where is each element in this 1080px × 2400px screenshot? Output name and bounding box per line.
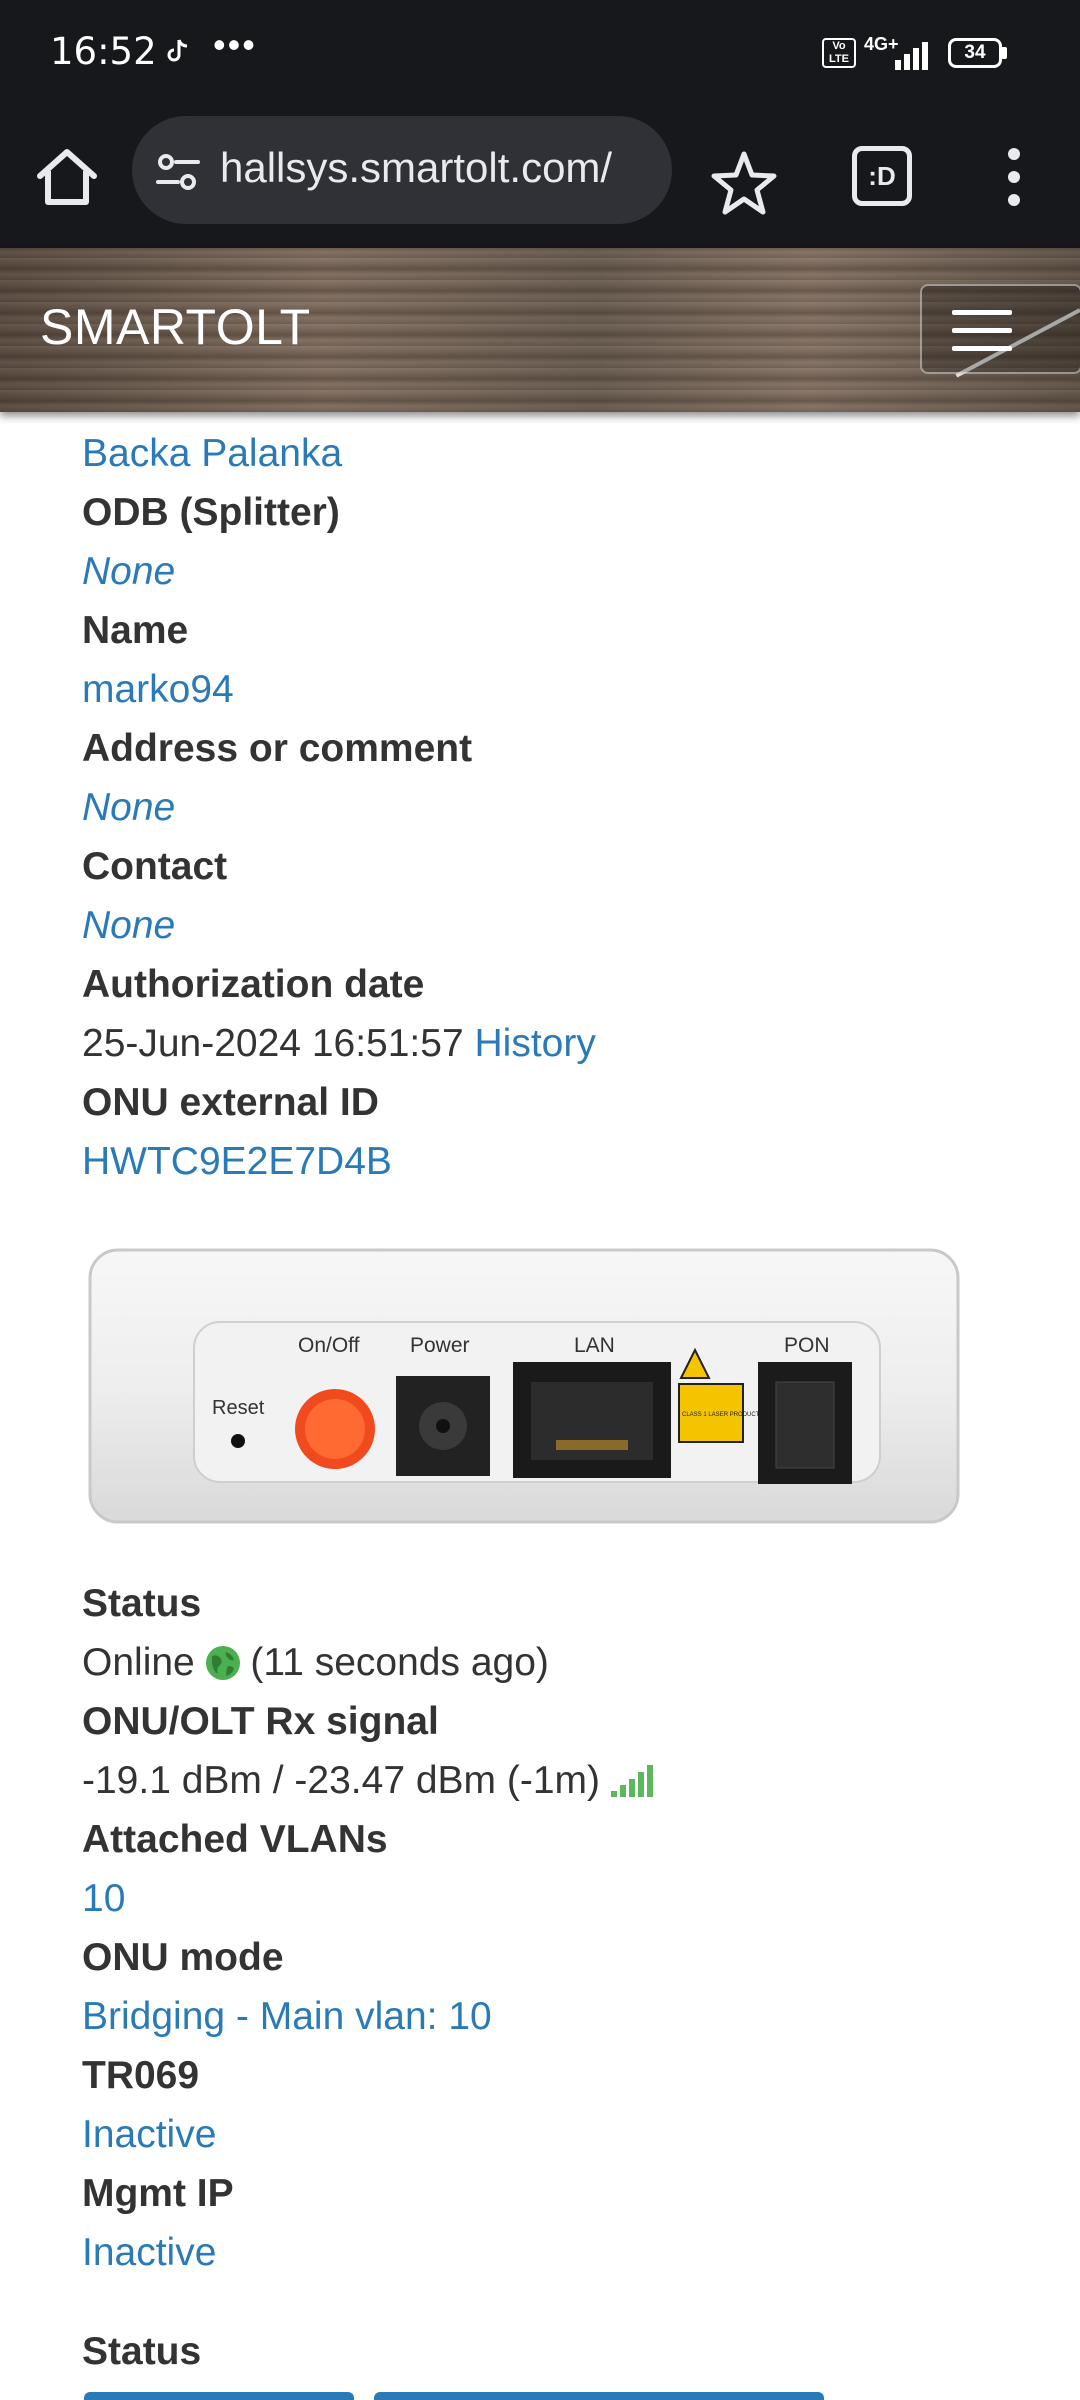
- onu-status-details: Status Online (11 seconds ago) ONU/OLT R…: [82, 1574, 1042, 2381]
- tab-switcher-button[interactable]: :D: [852, 146, 912, 206]
- onu-mode-label: ONU mode: [82, 1936, 284, 1979]
- reset-hole: [231, 1434, 245, 1448]
- browser-toolbar: hallsys.smartolt.com/ :D: [0, 108, 1080, 248]
- mgmt-ip-value[interactable]: Inactive: [82, 2231, 216, 2274]
- mgmt-ip-label: Mgmt IP: [82, 2172, 234, 2215]
- rx-signal-label: ONU/OLT Rx signal: [82, 1700, 439, 1743]
- contact-label: Contact: [82, 845, 228, 888]
- address-bar[interactable]: hallsys.smartolt.com/: [132, 116, 672, 224]
- attached-vlans-value[interactable]: 10: [82, 1877, 125, 1920]
- status-tabs-edge: [84, 2392, 354, 2400]
- brand-logo[interactable]: SMARTOLT: [40, 298, 311, 356]
- status-label: Status: [82, 1582, 202, 1625]
- odb-value[interactable]: None: [82, 550, 175, 593]
- url-text[interactable]: hallsys.smartolt.com/: [220, 144, 612, 192]
- tr069-label: TR069: [82, 2054, 200, 2097]
- system-status-bar: 16:52 ••• Vo LTE 4G+ 34: [0, 0, 1080, 108]
- odb-label: ODB (Splitter): [82, 491, 340, 534]
- site-navbar: SMARTOLT: [0, 248, 1080, 412]
- name-label: Name: [82, 609, 189, 652]
- bookmark-star-icon[interactable]: [706, 146, 782, 222]
- rx-signal-value: -19.1 dBm / -23.47 dBm (-1m): [82, 1759, 601, 1802]
- address-value[interactable]: None: [82, 786, 175, 829]
- tr069-value[interactable]: Inactive: [82, 2113, 216, 2156]
- status-tabs-edge: [374, 2392, 824, 2400]
- globe-online-icon: [205, 1646, 240, 1680]
- clock: 16:52: [50, 30, 157, 73]
- pon-label: PON: [784, 1334, 830, 1357]
- laser-warning-text: CLASS 1 LASER PRODUCT: [682, 1412, 760, 1418]
- signal-strength-icon: [610, 1765, 653, 1797]
- cell-signal-icon: [895, 42, 928, 70]
- browser-menu-icon[interactable]: [990, 142, 1038, 212]
- onu-mode-value[interactable]: Bridging - Main vlan: 10: [82, 1995, 492, 2038]
- zone-link[interactable]: Backa Palanka: [82, 432, 342, 475]
- reset-label: Reset: [212, 1397, 265, 1419]
- external-id-label: ONU external ID: [82, 1081, 379, 1124]
- volte-icon: Vo LTE: [822, 38, 856, 68]
- history-link[interactable]: History: [474, 1022, 595, 1065]
- onu-device-image: Reset On/Off Power LAN CLASS 1 LASER PRO…: [88, 1248, 960, 1524]
- status-section-heading: Status: [82, 2330, 202, 2373]
- attached-vlans-label: Attached VLANs: [82, 1818, 388, 1861]
- external-id-value[interactable]: HWTC9E2E7D4B: [82, 1140, 392, 1183]
- onoff-label: On/Off: [298, 1334, 360, 1357]
- lan-label: LAN: [574, 1334, 615, 1357]
- more-notifications-icon: •••: [213, 24, 257, 65]
- authorization-date-label: Authorization date: [82, 963, 425, 1006]
- status-last-seen: (11 seconds ago): [250, 1641, 549, 1684]
- contact-value[interactable]: None: [82, 904, 175, 947]
- navbar-toggle-button[interactable]: [920, 284, 1080, 374]
- name-value[interactable]: marko94: [82, 668, 234, 711]
- power-label: Power: [410, 1334, 470, 1357]
- address-label: Address or comment: [82, 727, 473, 770]
- battery-level: 34: [964, 42, 986, 63]
- authorization-date-value: 25-Jun-2024 16:51:57: [82, 1022, 464, 1065]
- home-icon[interactable]: [30, 140, 104, 214]
- tiktok-icon: [167, 39, 188, 62]
- onu-details: Backa Palanka ODB (Splitter) None Name m…: [82, 424, 1042, 1191]
- status-value: Online: [82, 1641, 195, 1684]
- site-settings-icon[interactable]: [156, 152, 200, 192]
- battery-icon: 34: [948, 38, 1008, 68]
